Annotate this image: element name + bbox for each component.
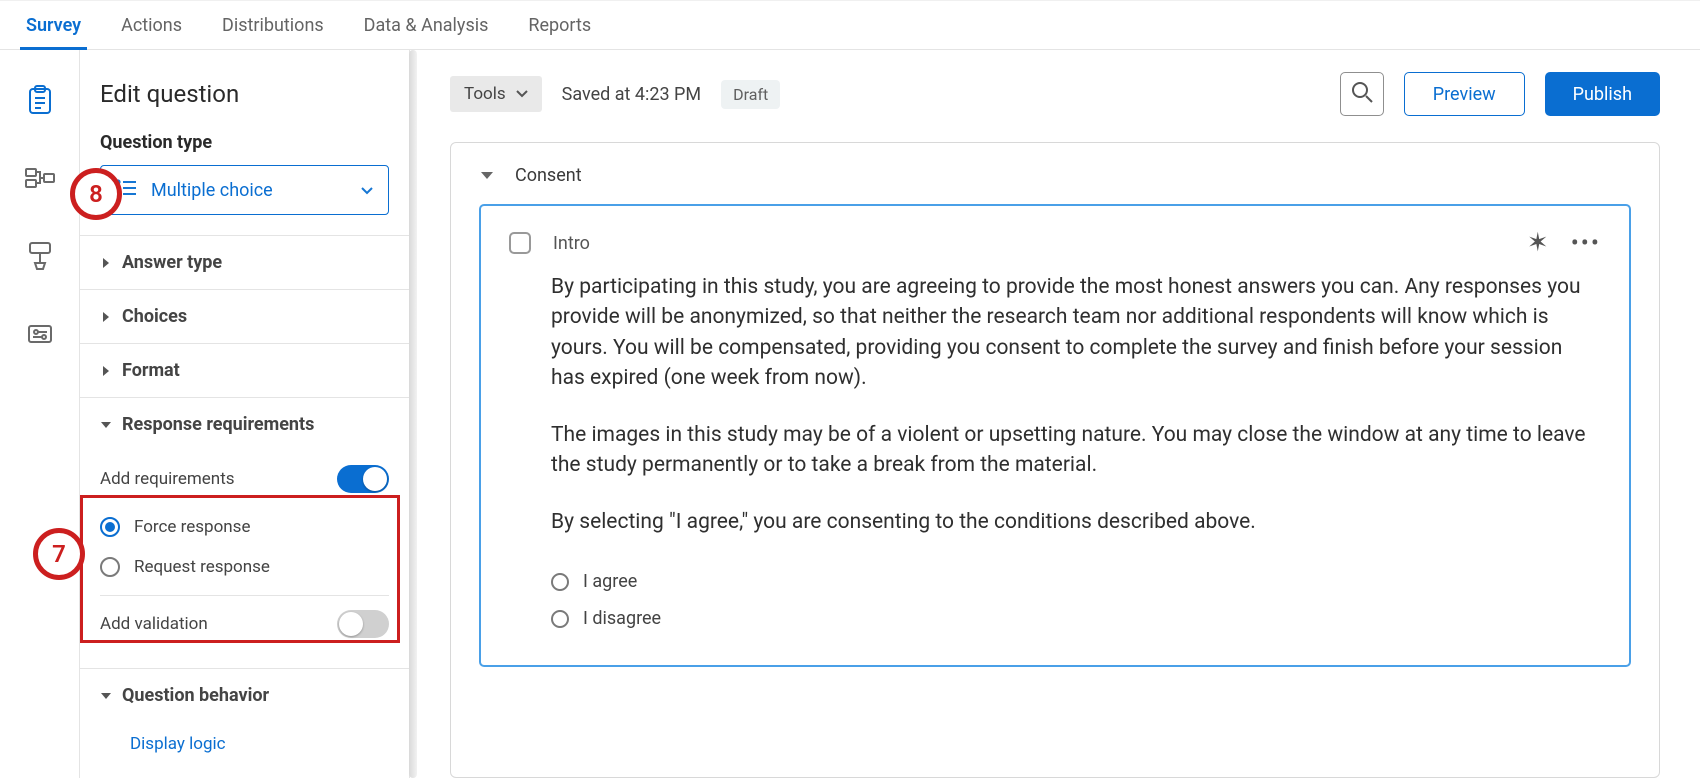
add-validation-label: Add validation — [100, 614, 208, 634]
annotation-7: 7 — [33, 528, 85, 580]
panel-title: Edit question — [80, 50, 409, 132]
builder-main: Tools Saved at 4:23 PM Draft Preview Pub… — [410, 50, 1700, 778]
survey-canvas: Consent Intro ✶ ••• By participating in … — [450, 142, 1660, 778]
choice-option[interactable]: I disagree — [551, 600, 1601, 637]
response-requirements-body: Add requirements Force response Request … — [80, 451, 409, 668]
question-select-checkbox[interactable] — [509, 232, 531, 254]
question-type-value: Multiple choice — [151, 180, 346, 201]
annotation-8: 8 — [70, 168, 122, 220]
draft-badge: Draft — [721, 80, 780, 109]
edit-question-panel: Edit question Question type Multiple cho… — [80, 50, 410, 778]
section-format[interactable]: Format — [80, 343, 409, 397]
choice-label: I agree — [583, 571, 637, 592]
publish-button[interactable]: Publish — [1545, 72, 1660, 116]
left-rail — [0, 50, 80, 778]
tab-survey[interactable]: Survey — [20, 1, 87, 49]
choice-list: I agree I disagree — [509, 563, 1601, 637]
option-label: Force response — [134, 517, 250, 537]
option-label: Request response — [134, 557, 270, 577]
more-menu-icon[interactable]: ••• — [1571, 229, 1601, 257]
star-icon[interactable]: ✶ — [1527, 228, 1549, 258]
section-label: Answer type — [122, 252, 222, 273]
tab-data-analysis[interactable]: Data & Analysis — [358, 1, 495, 49]
block-header: Consent — [479, 165, 1631, 186]
rail-options-icon[interactable] — [20, 314, 60, 354]
section-label: Question behavior — [122, 685, 269, 706]
request-response-option[interactable]: Request response — [100, 547, 389, 587]
section-response-requirements[interactable]: Response requirements — [80, 397, 409, 451]
preview-button[interactable]: Preview — [1404, 72, 1525, 116]
paragraph: By participating in this study, you are … — [551, 272, 1601, 394]
section-choices[interactable]: Choices — [80, 289, 409, 343]
caret-right-icon — [100, 311, 112, 323]
caret-down-icon — [100, 419, 112, 431]
caret-right-icon — [100, 257, 112, 269]
section-label: Format — [122, 360, 180, 381]
tools-label: Tools — [464, 84, 506, 104]
question-text[interactable]: By participating in this study, you are … — [509, 272, 1601, 537]
caret-right-icon — [100, 365, 112, 377]
builder-toolbar: Tools Saved at 4:23 PM Draft Preview Pub… — [450, 72, 1660, 116]
section-question-behavior[interactable]: Question behavior — [80, 668, 409, 722]
tab-reports[interactable]: Reports — [522, 1, 597, 49]
question-type-select[interactable]: Multiple choice — [100, 165, 389, 215]
section-label: Choices — [122, 306, 187, 327]
section-label: Response requirements — [122, 414, 314, 435]
add-validation-toggle[interactable] — [337, 610, 389, 638]
force-response-option[interactable]: Force response — [100, 507, 389, 547]
display-logic-link[interactable]: Display logic — [100, 722, 389, 754]
add-requirements-label: Add requirements — [100, 469, 235, 489]
tab-actions[interactable]: Actions — [115, 1, 188, 49]
radio-icon — [100, 557, 120, 577]
saved-status: Saved at 4:23 PM — [562, 84, 702, 105]
search-button[interactable] — [1340, 72, 1384, 116]
tools-menu[interactable]: Tools — [450, 76, 542, 112]
top-tabs: Survey Actions Distributions Data & Anal… — [0, 0, 1700, 50]
block-collapse-icon[interactable] — [479, 168, 495, 184]
block-title[interactable]: Consent — [515, 165, 582, 186]
section-answer-type[interactable]: Answer type — [80, 235, 409, 289]
rail-builder-icon[interactable] — [20, 80, 60, 120]
search-icon — [1351, 81, 1373, 107]
question-label[interactable]: Intro — [553, 233, 590, 254]
radio-icon — [100, 517, 120, 537]
radio-icon — [551, 610, 569, 628]
paragraph: By selecting "I agree," you are consenti… — [551, 507, 1601, 537]
question-behavior-body: Display logic — [80, 722, 409, 770]
question-card[interactable]: Intro ✶ ••• By participating in this stu… — [479, 204, 1631, 667]
choice-label: I disagree — [583, 608, 661, 629]
question-type-heading: Question type — [80, 132, 409, 165]
rail-flow-icon[interactable] — [20, 158, 60, 198]
rail-look-and-feel-icon[interactable] — [20, 236, 60, 276]
tab-distributions[interactable]: Distributions — [216, 1, 330, 49]
paragraph: The images in this study may be of a vio… — [551, 420, 1601, 481]
chevron-down-icon — [516, 84, 528, 104]
chevron-down-icon — [360, 181, 374, 200]
choice-option[interactable]: I agree — [551, 563, 1601, 600]
radio-icon — [551, 573, 569, 591]
add-requirements-toggle[interactable] — [337, 465, 389, 493]
caret-down-icon — [100, 690, 112, 702]
